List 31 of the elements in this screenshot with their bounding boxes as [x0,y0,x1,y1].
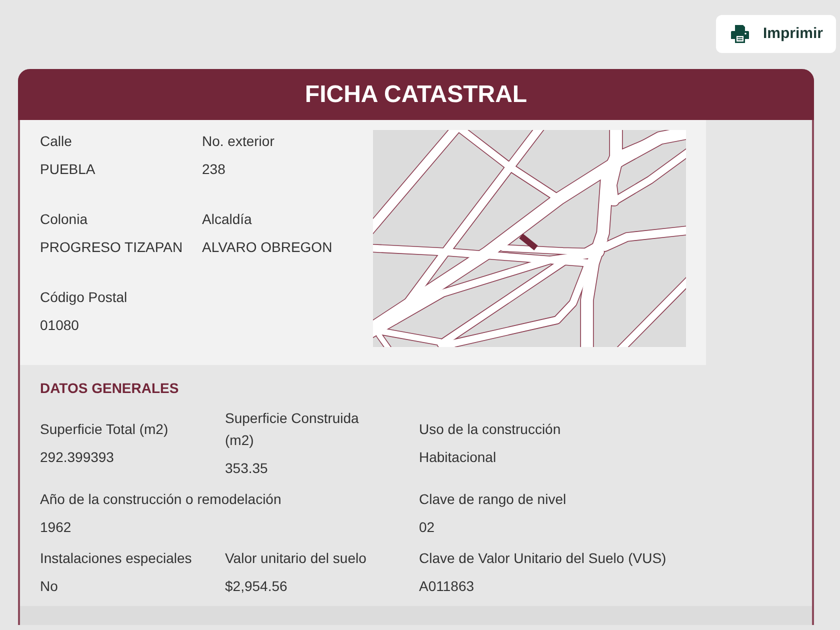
field-label: No. exterior [202,132,274,151]
field-label: Año de la construcción o remodelación [40,490,282,509]
field-value: 292.399393 [40,448,115,467]
field-label: Valor unitario del suelo [225,549,368,568]
field-value: ALVARO OBREGON [202,238,332,257]
field-value: 238 [202,160,226,179]
field-label: Superficie Construida (m2) [225,409,360,450]
field-value: PUEBLA [40,160,96,179]
print-button[interactable]: Imprimir [716,15,836,53]
field-value: 02 [419,518,436,537]
field-value: 353.35 [225,459,269,478]
field-value: A011863 [419,577,476,596]
card-title: FICHA CATASTRAL [304,82,528,106]
field-value: 01080 [40,316,80,335]
field-value: No [40,577,59,596]
field-value: PROGRESO TIZAPAN [40,238,184,257]
field-label: Uso de la construcción [419,420,562,439]
field-value: $2,954.56 [225,577,288,596]
field-label: Clave de rango de nivel [419,490,568,509]
field-label: Código Postal [40,288,128,307]
field-label: Colonia [40,210,88,229]
field-value: Habitacional [419,448,498,467]
field-label: Alcaldía [202,210,253,229]
field-label: Instalaciones especiales [40,549,193,568]
printer-icon [731,25,749,43]
field-label: Calle [40,132,73,151]
field-label: Clave de Valor Unitario del Suelo (VUS) [419,549,668,568]
field-value: 1962 [40,518,72,537]
field-label: Superficie Total (m2) [40,420,170,439]
parcel-marker-icon [519,234,538,250]
section-heading: DATOS GENERALES [40,379,180,398]
